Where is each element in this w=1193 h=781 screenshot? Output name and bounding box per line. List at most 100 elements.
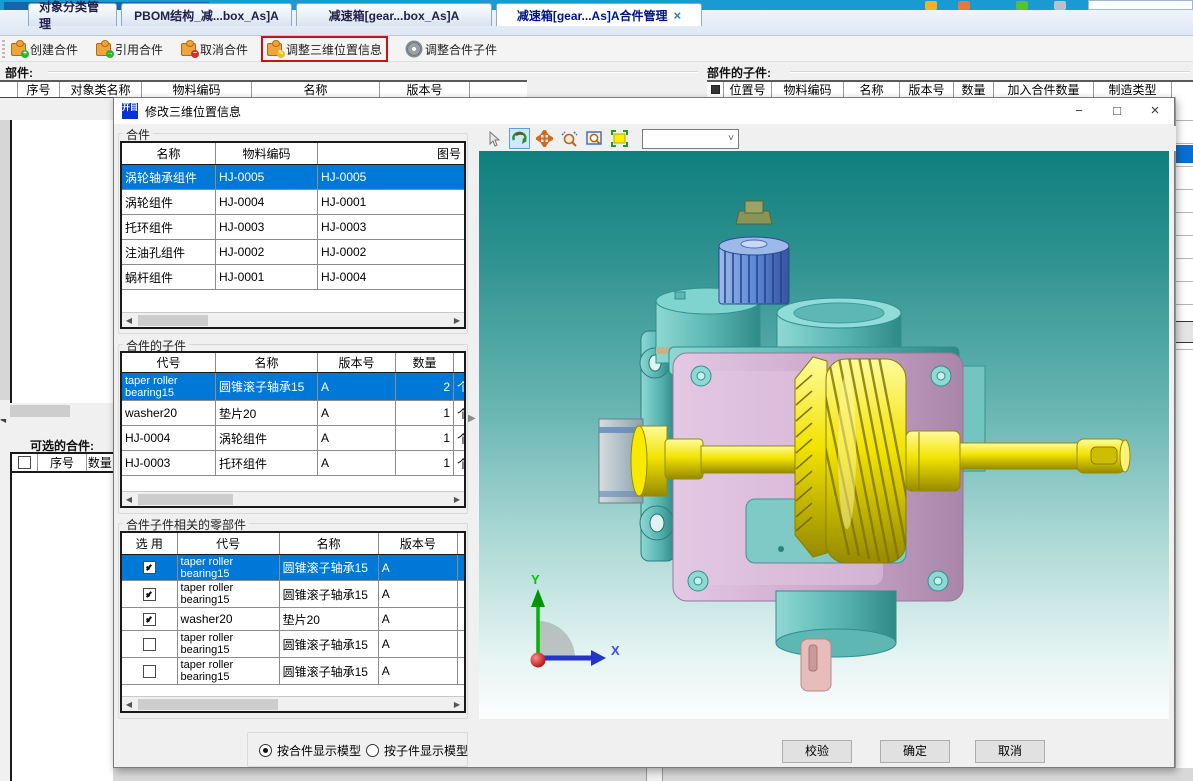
col-added-qty[interactable]: 加入合件数量: [994, 82, 1094, 97]
col-seq[interactable]: 序号: [38, 454, 86, 471]
col-code[interactable]: 代号: [122, 353, 216, 372]
col-use[interactable]: 选 用: [122, 533, 178, 554]
radio-by-assembly[interactable]: 按合件显示模型: [259, 742, 361, 759]
scroll-right-arrow[interactable]: ▶: [450, 316, 464, 325]
col-qty[interactable]: 数量: [954, 82, 994, 97]
table-row[interactable]: taper roller bearing15 圆锥滚子轴承15 A: [122, 581, 464, 608]
cancel-assembly-button[interactable]: − 取消合件: [178, 39, 251, 59]
titlebar-icon-3[interactable]: [1016, 1, 1028, 10]
titlebar-icon-4[interactable]: [1054, 1, 1066, 10]
tab-gearbox-assembly-management[interactable]: 减速箱[gear...As]A合件管理 ×: [496, 3, 702, 26]
scroll-right-arrow[interactable]: ▶: [450, 700, 464, 709]
table-row[interactable]: HJ-0004 涡轮组件 A 1 个: [122, 426, 464, 451]
col-name[interactable]: 名称: [280, 533, 379, 554]
adjust-3d-position-button[interactable]: ✎ 调整三维位置信息: [264, 39, 385, 59]
table-row[interactable]: 注油孔组件 HJ-0002 HJ-0002: [122, 240, 464, 265]
table-row[interactable]: taper roller bearing15 圆锥滚子轴承15 A: [122, 555, 464, 581]
scrollbar-thumb[interactable]: [138, 699, 278, 710]
table-row[interactable]: washer20 垫片20 A 1 个: [122, 401, 464, 426]
col-material-code[interactable]: 物料编码: [772, 82, 844, 97]
col-version[interactable]: 版本号: [380, 82, 470, 97]
verify-button[interactable]: 校验: [782, 740, 852, 763]
filled-square-icon: [711, 85, 720, 94]
col-seq[interactable]: 序号: [18, 82, 60, 97]
select-all-checkbox[interactable]: [707, 82, 724, 97]
col-name[interactable]: 名称: [122, 143, 216, 164]
tab-gearbox[interactable]: 减速箱[gear...box_As]A: [296, 3, 492, 26]
col-class-name[interactable]: 对象类名称: [60, 82, 142, 97]
checkbox-checked-icon[interactable]: [143, 561, 156, 574]
checkbox-checked-icon[interactable]: [143, 588, 156, 601]
tab-pbom-structure[interactable]: PBOM结构_减...box_As]A: [121, 3, 292, 26]
minimize-button[interactable]: −: [1062, 98, 1096, 124]
col-code[interactable]: 代号: [178, 533, 280, 554]
scroll-left-arrow[interactable]: ◀: [122, 700, 136, 709]
children-table-hscrollbar[interactable]: ◀ ▶: [122, 491, 464, 506]
radio-by-child[interactable]: 按子件显示模型: [366, 742, 468, 759]
col-qty[interactable]: 数量: [87, 454, 113, 471]
left-vertical-scrollbar[interactable]: [0, 120, 10, 400]
col-qty[interactable]: 数量: [396, 353, 454, 372]
table-row[interactable]: HJ-0003 托环组件 A 1 个: [122, 451, 464, 476]
col-material-code[interactable]: 物料编码: [142, 82, 252, 97]
table-row[interactable]: 蜗杆组件 HJ-0001 HJ-0004: [122, 265, 464, 290]
rotate-icon[interactable]: [509, 128, 530, 149]
fit-icon[interactable]: [609, 128, 630, 149]
create-assembly-button[interactable]: + 创建合件: [8, 39, 81, 59]
zoom-window-icon[interactable]: [584, 128, 605, 149]
table-row[interactable]: taper roller bearing15 圆锥滚子轴承15 A: [122, 658, 464, 685]
col-name[interactable]: 名称: [252, 82, 380, 97]
adjust-assembly-children-button[interactable]: 调整合件子件: [404, 39, 500, 59]
col-name[interactable]: 名称: [844, 82, 900, 97]
table-row[interactable]: washer20 垫片20 A: [122, 608, 464, 631]
table-row[interactable]: 涡轮轴承组件 HJ-0005 HJ-0005: [122, 165, 464, 190]
splitter-handle[interactable]: [646, 768, 663, 781]
view-preset-dropdown[interactable]: ˅: [642, 129, 739, 149]
checkbox-checked-icon[interactable]: [143, 613, 156, 626]
zoom-icon[interactable]: [559, 128, 580, 149]
table-row[interactable]: taper roller bearing15 圆锥滚子轴承15 A 2 个: [122, 373, 464, 401]
scrollbar-thumb[interactable]: [138, 315, 208, 326]
col-name[interactable]: 名称: [216, 353, 318, 372]
scroll-left-arrow[interactable]: ◀: [122, 316, 136, 325]
optional-table-body[interactable]: [10, 473, 113, 781]
col-drawing-no[interactable]: 图号: [318, 143, 464, 164]
dialog-titlebar[interactable]: 开目 修改三维位置信息: [114, 98, 1174, 124]
col-material-code[interactable]: 物料编码: [216, 143, 318, 164]
close-button[interactable]: ×: [1138, 98, 1172, 124]
ok-button[interactable]: 确定: [880, 740, 950, 763]
scroll-right-arrow[interactable]: ▶: [450, 495, 464, 504]
titlebar-search-area[interactable]: [1088, 0, 1193, 10]
col-position[interactable]: 位置号: [724, 82, 772, 97]
checkbox-column[interactable]: [12, 454, 38, 471]
assembly-table-hscrollbar[interactable]: ◀ ▶: [122, 312, 464, 327]
scroll-left-arrow[interactable]: ◀: [122, 495, 136, 504]
table-row[interactable]: 托环组件 HJ-0003 HJ-0003: [122, 215, 464, 240]
col-version[interactable]: 版本号: [900, 82, 954, 97]
cancel-button[interactable]: 取消: [975, 740, 1045, 763]
titlebar-icon-1[interactable]: [925, 1, 937, 10]
checkbox-icon: [18, 456, 31, 469]
checkbox-unchecked-icon[interactable]: [143, 665, 156, 678]
table-row[interactable]: taper roller bearing15 圆锥滚子轴承15 A: [122, 631, 464, 658]
scrollbar-thumb[interactable]: [138, 494, 233, 505]
scrollbar-thumb[interactable]: [10, 405, 70, 417]
pan-icon[interactable]: [534, 128, 555, 149]
titlebar-icon-2[interactable]: [958, 1, 970, 10]
parts-table-body[interactable]: [10, 120, 113, 403]
tab-object-classification[interactable]: 对象分类管理: [28, 3, 117, 26]
tab-close-icon[interactable]: ×: [674, 8, 682, 23]
col-version[interactable]: 版本号: [318, 353, 396, 372]
pane-expand-arrow[interactable]: ▶: [468, 413, 476, 424]
viewport-3d[interactable]: Y X: [479, 151, 1169, 719]
col-mfg-type[interactable]: 制造类型: [1094, 82, 1172, 97]
toolbar-grip[interactable]: [2, 40, 5, 58]
maximize-button[interactable]: □: [1100, 98, 1134, 124]
parts-table-hscrollbar[interactable]: [0, 403, 113, 419]
col-version[interactable]: 版本号: [379, 533, 458, 554]
checkbox-unchecked-icon[interactable]: [143, 638, 156, 651]
table-row[interactable]: 涡轮组件 HJ-0004 HJ-0001: [122, 190, 464, 215]
cursor-icon[interactable]: [484, 128, 505, 149]
reference-assembly-button[interactable]: → 引用合件: [93, 39, 166, 59]
related-table-hscrollbar[interactable]: ◀ ▶: [122, 696, 464, 711]
